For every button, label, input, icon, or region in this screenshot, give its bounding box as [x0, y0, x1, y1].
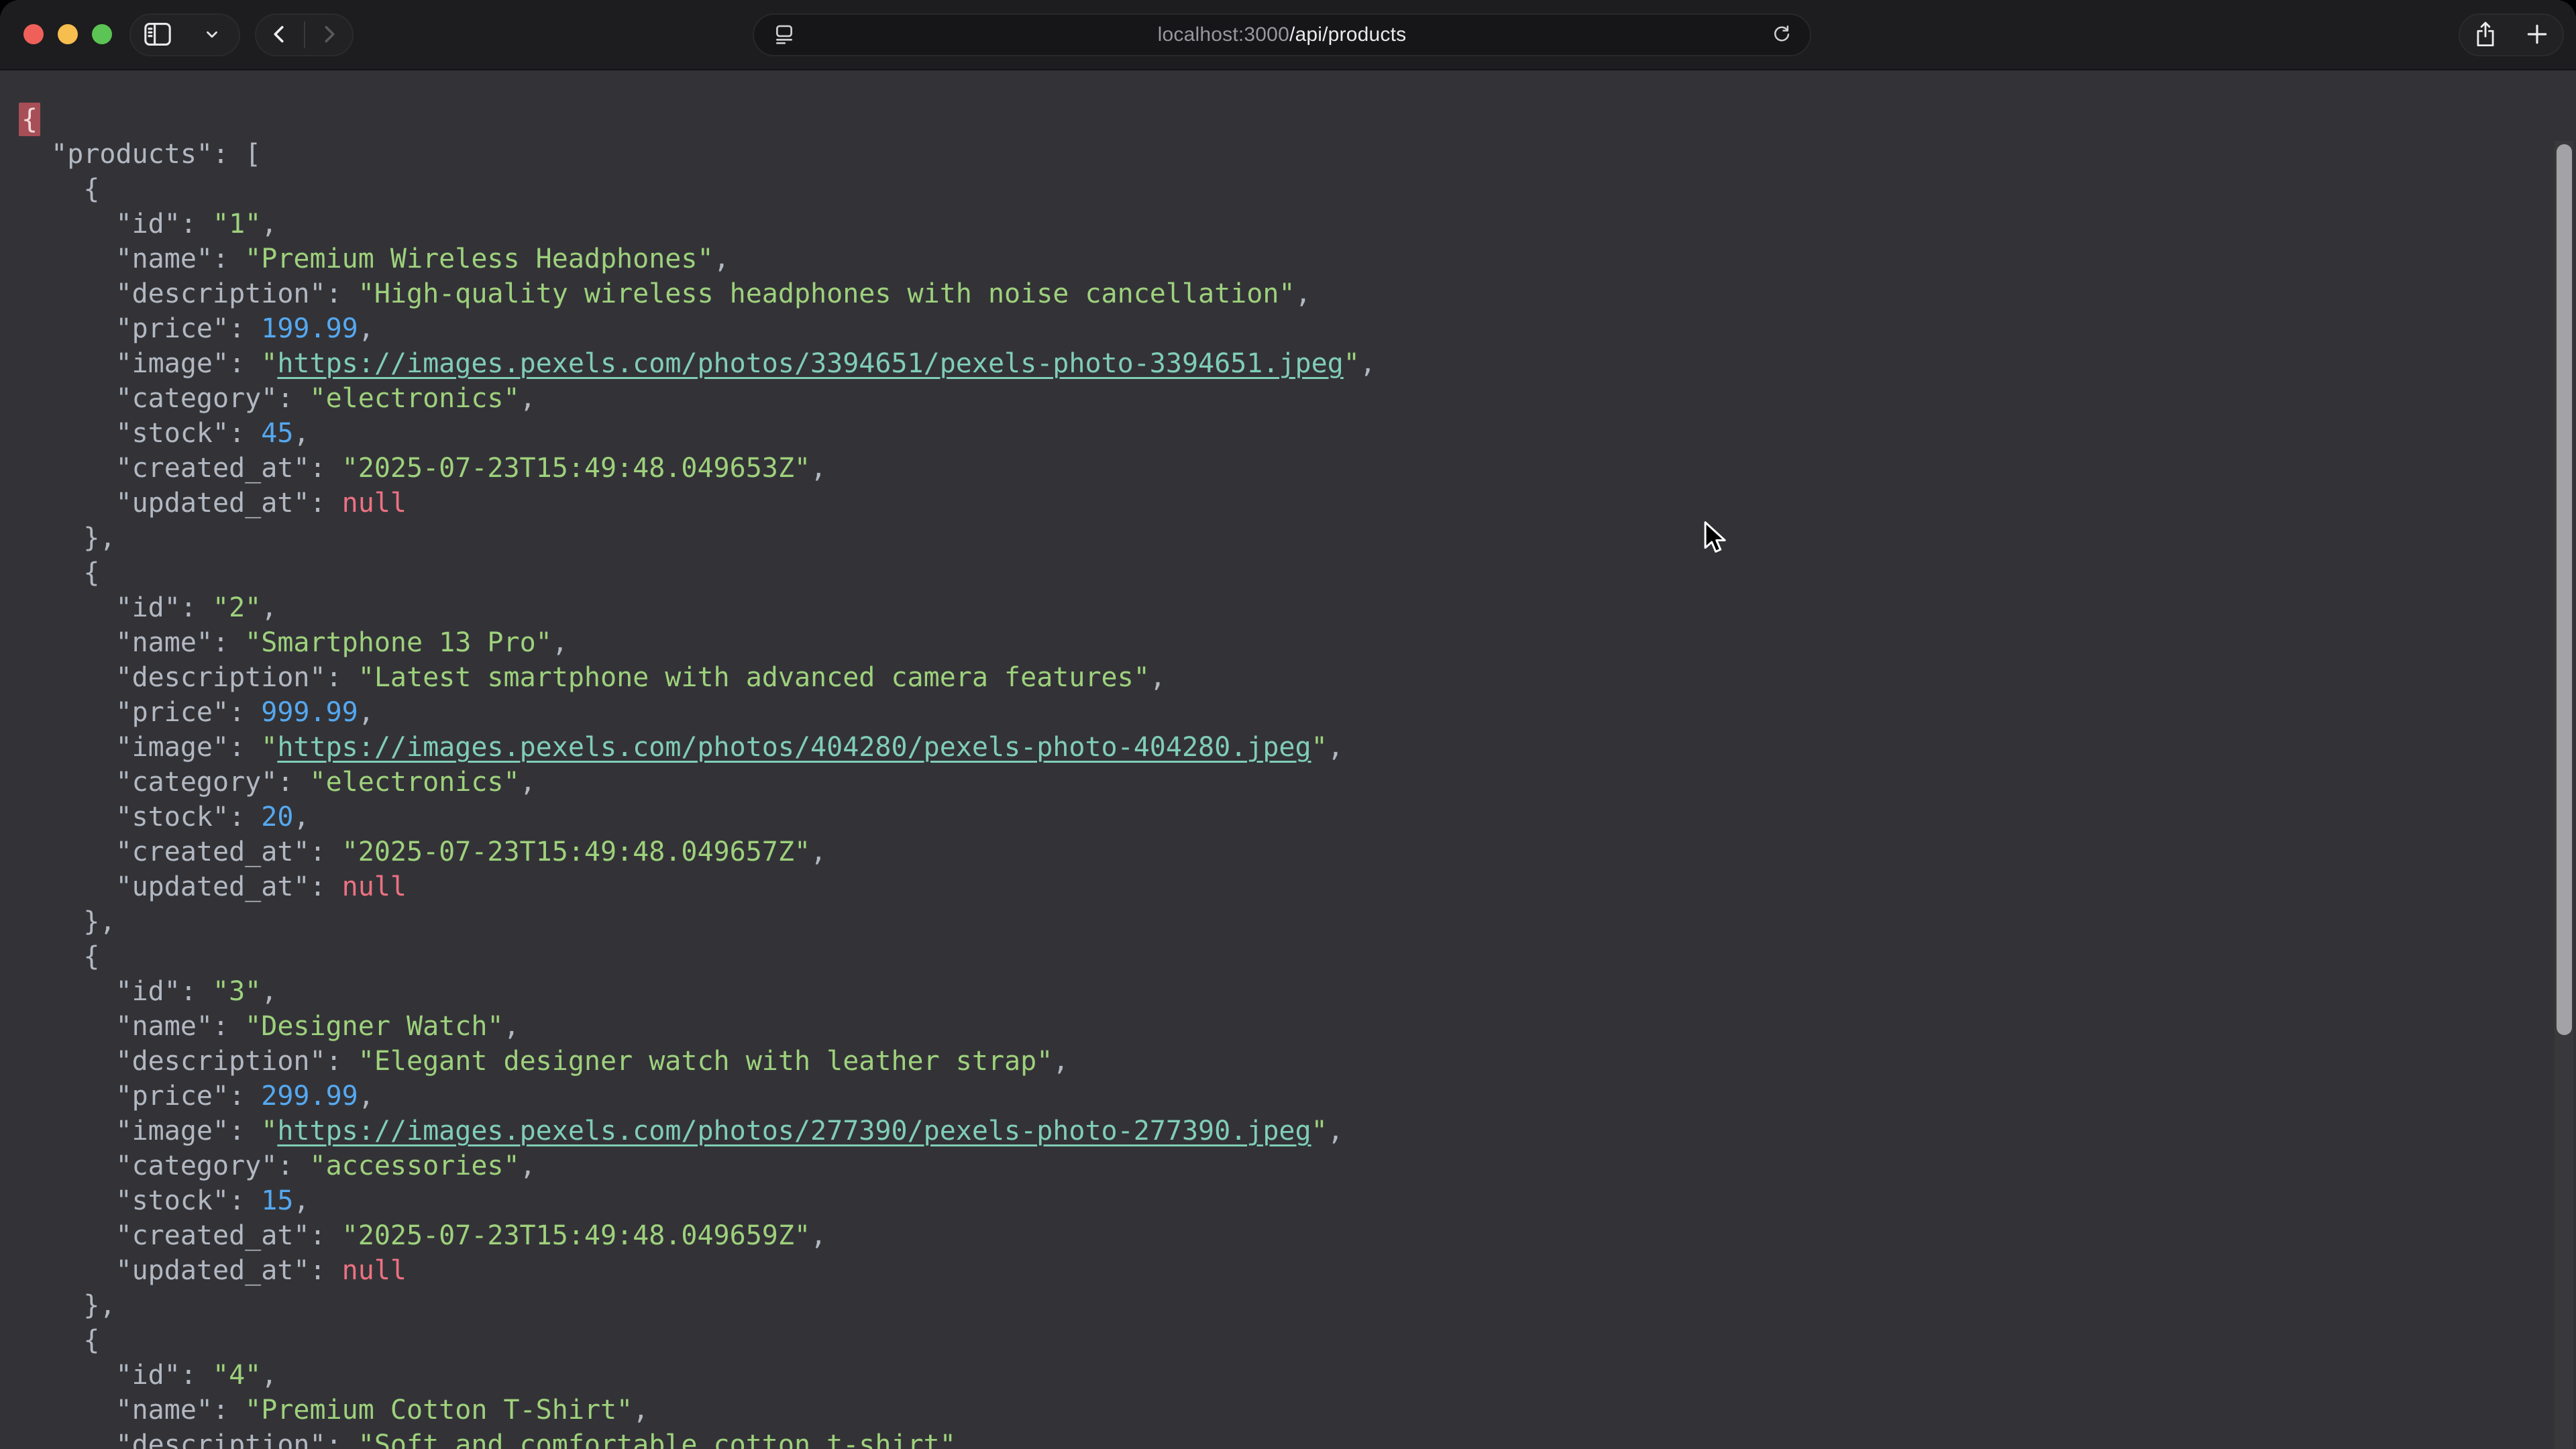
safari-window: localhost:3000/api/products	[0, 0, 2576, 1449]
json-line: "description": "High-quality wireless he…	[19, 276, 2576, 311]
json-line: "id": "2",	[19, 590, 2576, 625]
mouse-cursor	[1700, 521, 1731, 559]
sidebar-icon	[143, 21, 172, 50]
reload-button[interactable]	[1771, 15, 1792, 55]
json-line: "category": "electronics",	[19, 765, 2576, 800]
json-line: "stock": 45,	[19, 416, 2576, 451]
json-line: "name": "Designer Watch",	[19, 1009, 2576, 1044]
json-line: "id": "1",	[19, 207, 2576, 241]
json-line: "updated_at": null	[19, 1253, 2576, 1288]
url-text: localhost:3000/api/products	[1158, 23, 1407, 46]
address-bar[interactable]: localhost:3000/api/products	[753, 13, 1811, 56]
json-line: "created_at": "2025-07-23T15:49:48.04965…	[19, 835, 2576, 869]
sidebar-toggle-button[interactable]	[131, 15, 185, 55]
sidebar-button-group	[129, 13, 240, 56]
json-line: "price": 299.99,	[19, 1079, 2576, 1114]
json-line: },	[19, 521, 2576, 555]
forward-button[interactable]	[305, 15, 353, 55]
browser-toolbar: localhost:3000/api/products	[0, 0, 2576, 70]
actions-button-group	[2459, 13, 2564, 56]
json-line: "category": "accessories",	[19, 1148, 2576, 1183]
fullscreen-window-button[interactable]	[92, 24, 112, 44]
json-line: "created_at": "2025-07-23T15:49:48.04965…	[19, 451, 2576, 486]
json-line: "updated_at": null	[19, 486, 2576, 521]
json-line: "name": "Premium Wireless Headphones",	[19, 241, 2576, 276]
json-line: "stock": 15,	[19, 1183, 2576, 1218]
json-line: },	[19, 904, 2576, 939]
page-settings-button[interactable]	[773, 15, 796, 55]
nav-button-group	[255, 13, 354, 56]
json-line: "name": "Smartphone 13 Pro",	[19, 625, 2576, 660]
json-line: "stock": 20,	[19, 800, 2576, 835]
page-settings-icon	[773, 23, 796, 48]
json-viewer: { "products": [ { "id": "1", "name": "Pr…	[0, 70, 2576, 1449]
json-line: {	[19, 555, 2576, 590]
json-line: "image": "https://images.pexels.com/phot…	[19, 346, 2576, 381]
plus-icon	[2524, 21, 2550, 49]
json-url-link[interactable]: https://images.pexels.com/photos/277390/…	[277, 1116, 1311, 1146]
back-button[interactable]	[256, 15, 304, 55]
json-line: "image": "https://images.pexels.com/phot…	[19, 730, 2576, 765]
json-line: },	[19, 1288, 2576, 1323]
json-line: "created_at": "2025-07-23T15:49:48.04965…	[19, 1218, 2576, 1253]
minimize-window-button[interactable]	[58, 24, 78, 44]
json-line: "price": 999.99,	[19, 695, 2576, 730]
reload-icon	[1771, 23, 1792, 47]
json-line: "description": "Elegant designer watch w…	[19, 1044, 2576, 1079]
share-button[interactable]	[2460, 15, 2512, 55]
json-line: "description": "Soft and comfortable cot…	[19, 1428, 2576, 1449]
json-line: "name": "Premium Cotton T-Shirt",	[19, 1393, 2576, 1428]
url-path: /api/products	[1289, 23, 1406, 46]
highlighted-brace: {	[19, 103, 40, 136]
json-line: "image": "https://images.pexels.com/phot…	[19, 1114, 2576, 1148]
json-line: {	[19, 172, 2576, 207]
chevron-right-icon	[317, 22, 341, 48]
new-tab-button[interactable]	[2512, 15, 2563, 55]
close-window-button[interactable]	[23, 24, 44, 44]
json-line: "products": [	[19, 137, 2576, 172]
scrollbar-thumb[interactable]	[2557, 144, 2572, 1035]
tab-group-chevron-button[interactable]	[185, 15, 239, 55]
url-host: localhost:3000	[1158, 23, 1289, 46]
json-line: {	[19, 102, 2576, 137]
share-icon	[2473, 20, 2498, 50]
json-response-body: { "products": [ { "id": "1", "name": "Pr…	[0, 70, 2576, 1449]
json-line: "id": "4",	[19, 1358, 2576, 1393]
json-line: "price": 199.99,	[19, 311, 2576, 346]
chevron-left-icon	[268, 22, 292, 48]
json-line: "id": "3",	[19, 974, 2576, 1009]
json-line: "category": "electronics",	[19, 381, 2576, 416]
chevron-down-icon	[202, 25, 222, 45]
json-url-link[interactable]: https://images.pexels.com/photos/3394651…	[277, 348, 1343, 379]
json-line: {	[19, 1323, 2576, 1358]
json-line: "description": "Latest smartphone with a…	[19, 660, 2576, 695]
json-line: "updated_at": null	[19, 869, 2576, 904]
json-line: {	[19, 939, 2576, 974]
json-url-link[interactable]: https://images.pexels.com/photos/404280/…	[277, 732, 1311, 763]
